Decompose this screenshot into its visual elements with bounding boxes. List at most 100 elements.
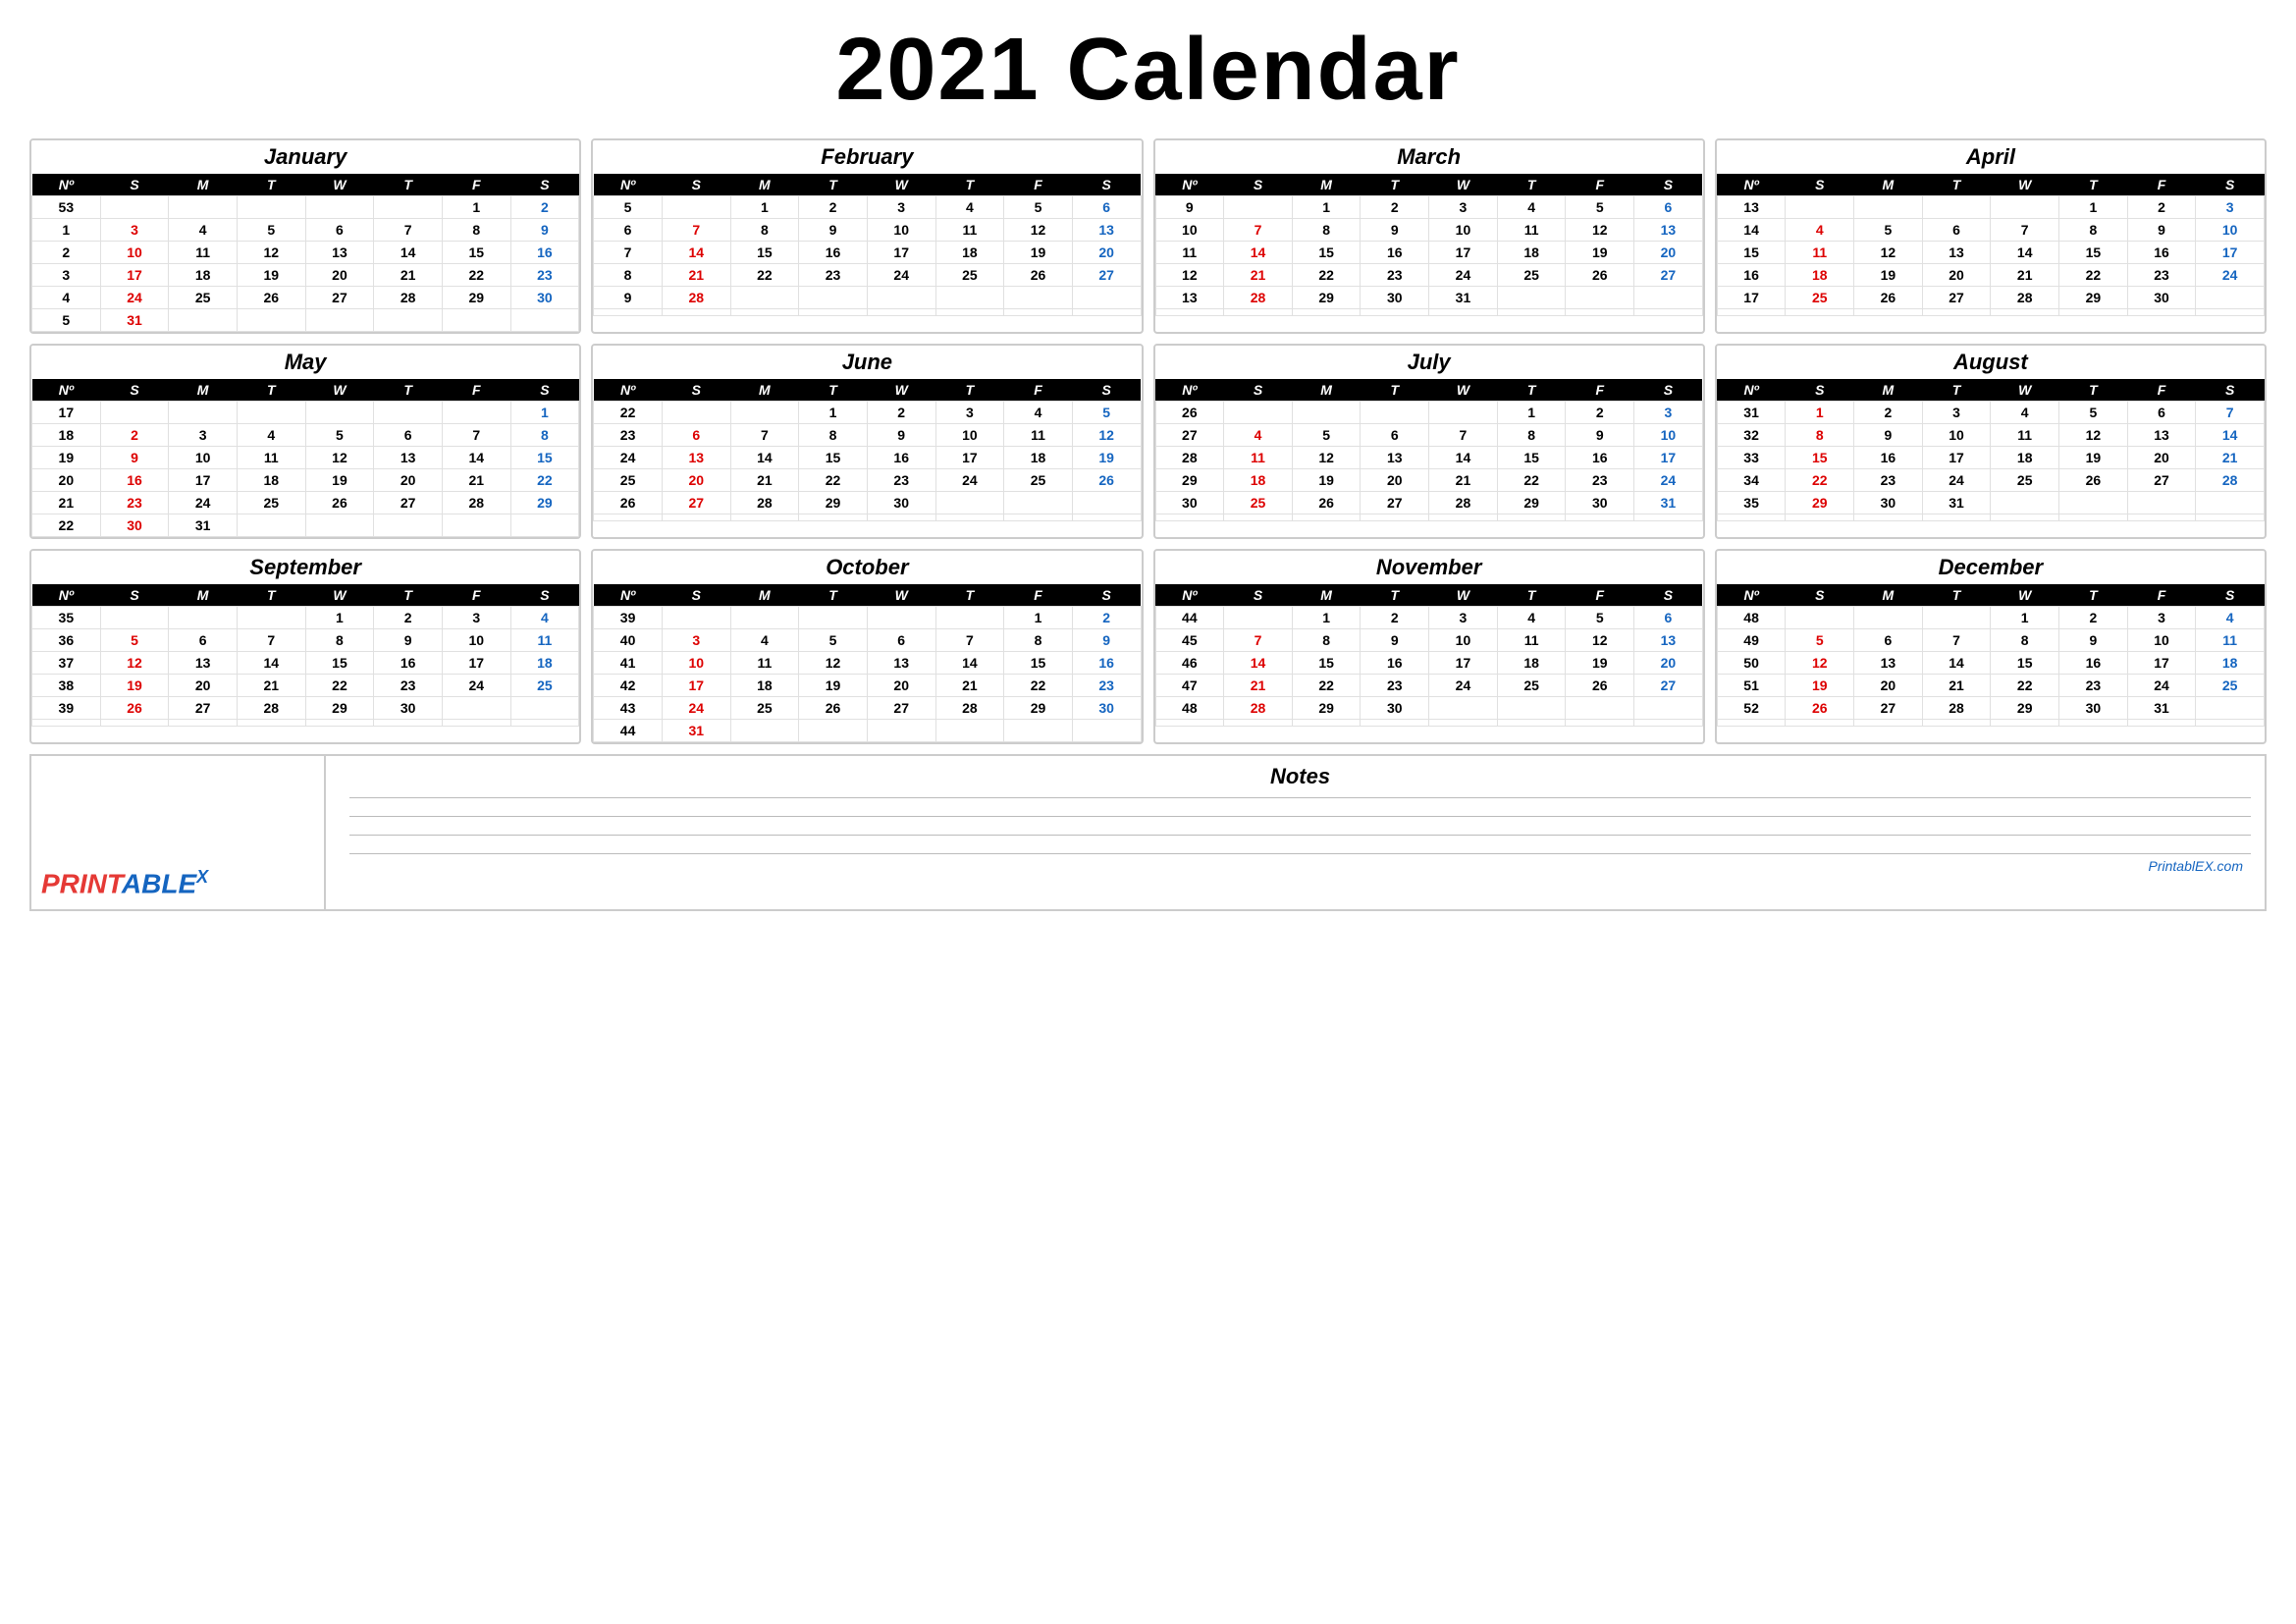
cal-table-may: NºSMTWTFS1711823456781991011121314152016… [31, 379, 579, 537]
week-num: 24 [594, 447, 663, 469]
day-cell: 15 [1991, 652, 2059, 675]
day-cell: 13 [305, 242, 374, 264]
week-num [1717, 720, 1786, 727]
day-cell: 18 [2196, 652, 2265, 675]
day-cell [799, 287, 868, 309]
day-cell: 18 [935, 242, 1004, 264]
day-cell: 27 [867, 697, 935, 720]
day-cell: 25 [1497, 264, 1566, 287]
week-row: 317181920212223 [32, 264, 579, 287]
week-row: 13123 [1717, 196, 2264, 219]
day-cell: 7 [1224, 629, 1293, 652]
day-cell [2127, 309, 2196, 316]
day-cell [2196, 720, 2265, 727]
day-cell: 28 [1224, 287, 1293, 309]
day-cell: 28 [662, 287, 730, 309]
day-cell: 12 [305, 447, 374, 469]
week-num: 48 [1717, 607, 1786, 629]
day-cell: 15 [1497, 447, 1566, 469]
day-cell [1224, 607, 1293, 629]
day-cell: 16 [374, 652, 443, 675]
day-cell: 8 [1292, 219, 1361, 242]
cal-table-november: NºSMTWTFS4412345645789101112134614151617… [1155, 584, 1703, 727]
day-cell: 31 [2127, 697, 2196, 720]
day-cell: 14 [1429, 447, 1498, 469]
week-row: 424252627282930 [32, 287, 579, 309]
day-cell: 21 [1429, 469, 1498, 492]
day-cell: 17 [1634, 447, 1703, 469]
day-cell: 21 [730, 469, 799, 492]
day-cell: 23 [867, 469, 935, 492]
week-row: 481234 [1717, 607, 2264, 629]
day-cell: 19 [1072, 447, 1141, 469]
col-header-5: T [374, 584, 443, 607]
day-cell: 26 [1004, 264, 1073, 287]
day-cell [730, 607, 799, 629]
day-cell [1497, 720, 1566, 727]
week-row: 171 [32, 402, 579, 424]
day-cell: 1 [1497, 402, 1566, 424]
month-name-february: February [593, 140, 1141, 174]
calendars-grid: JanuaryNºSMTWTFS531213456789210111213141… [29, 138, 2267, 744]
day-cell [1786, 196, 1854, 219]
day-cell [867, 309, 935, 316]
week-num: 11 [1155, 242, 1224, 264]
col-header-3: T [1361, 174, 1429, 196]
day-cell: 18 [1224, 469, 1293, 492]
week-num: 52 [1717, 697, 1786, 720]
day-cell: 5 [1786, 629, 1854, 652]
day-cell: 10 [867, 219, 935, 242]
col-header-2: M [169, 379, 238, 402]
day-cell: 11 [1497, 219, 1566, 242]
month-block-august: AugustNºSMTWTFS3112345673289101112131433… [1715, 344, 2267, 539]
day-cell [237, 607, 305, 629]
day-cell: 18 [1497, 242, 1566, 264]
day-cell: 30 [867, 492, 935, 514]
day-cell [100, 196, 169, 219]
day-cell: 22 [442, 264, 510, 287]
logo-area: PRINTABLEX [31, 756, 326, 909]
day-cell: 21 [1224, 675, 1293, 697]
day-cell: 24 [2196, 264, 2265, 287]
week-num: 49 [1717, 629, 1786, 652]
week-num: 21 [32, 492, 101, 514]
week-num: 48 [1155, 697, 1224, 720]
day-cell: 26 [1292, 492, 1361, 514]
day-cell: 13 [1854, 652, 1923, 675]
day-cell [1634, 309, 1703, 316]
day-cell: 22 [510, 469, 579, 492]
day-cell: 22 [1292, 264, 1361, 287]
day-cell: 11 [1224, 447, 1293, 469]
logo: PRINTABLEX [41, 867, 208, 899]
week-num [1155, 720, 1224, 727]
day-cell: 18 [237, 469, 305, 492]
day-cell: 6 [1922, 219, 1991, 242]
day-cell: 31 [100, 309, 169, 332]
day-cell: 27 [1634, 264, 1703, 287]
month-block-september: SeptemberNºSMTWTFS3512343656789101137121… [29, 549, 581, 744]
day-cell: 19 [1004, 242, 1073, 264]
day-cell: 26 [237, 287, 305, 309]
week-num: 13 [1155, 287, 1224, 309]
day-cell [1991, 196, 2059, 219]
day-cell: 5 [799, 629, 868, 652]
week-row: 2745678910 [1155, 424, 1702, 447]
col-header-0: Nº [32, 174, 101, 196]
day-cell [374, 196, 443, 219]
week-row: 821222324252627 [594, 264, 1141, 287]
day-cell: 20 [867, 675, 935, 697]
day-cell [2196, 287, 2265, 309]
week-num: 44 [594, 720, 663, 742]
col-header-1: S [100, 379, 169, 402]
week-row: 182345678 [32, 424, 579, 447]
col-header-3: T [237, 174, 305, 196]
day-cell: 8 [1497, 424, 1566, 447]
day-cell [374, 720, 443, 727]
day-cell: 11 [237, 447, 305, 469]
day-cell: 27 [662, 492, 730, 514]
col-header-5: T [935, 584, 1004, 607]
col-header-7: S [1634, 379, 1703, 402]
day-cell: 10 [442, 629, 510, 652]
day-cell: 11 [510, 629, 579, 652]
col-header-3: T [1922, 174, 1991, 196]
